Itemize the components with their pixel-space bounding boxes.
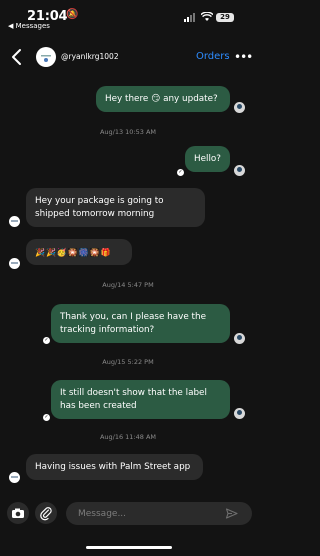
contact-username[interactable]: @ryanlkrg1002 <box>61 52 119 61</box>
message-outgoing[interactable]: It still doesn't show that the label has… <box>51 380 230 419</box>
battery-indicator: 29 <box>216 13 234 22</box>
orders-button[interactable]: Orders <box>196 51 230 62</box>
back-chevron-icon[interactable] <box>10 48 24 66</box>
more-options-icon[interactable]: ••• <box>234 50 253 64</box>
paperclip-icon <box>40 507 52 521</box>
timestamp: Aug/13 10:53 AM <box>99 128 157 136</box>
wifi-icon <box>201 12 213 21</box>
mute-bell-icon: 🔕 <box>66 9 79 20</box>
contact-avatar-small <box>9 258 20 269</box>
message-outgoing[interactable]: Hello? <box>185 146 230 172</box>
camera-button[interactable] <box>7 502 29 524</box>
palm-street-logo-icon <box>37 48 55 66</box>
timestamp: Aug/15 5:22 PM <box>102 358 154 366</box>
attach-button[interactable] <box>35 502 57 524</box>
camera-icon <box>12 508 24 518</box>
contact-avatar-small <box>9 216 20 227</box>
timestamp: Aug/16 11:48 AM <box>99 433 157 441</box>
message-incoming[interactable]: Having issues with Palm Street app <box>26 454 203 480</box>
message-outgoing[interactable]: Thank you, can I please have the trackin… <box>51 304 230 343</box>
my-avatar <box>234 165 245 176</box>
my-avatar <box>234 408 245 419</box>
status-bar: 21:04 🔕 ◀ Messages 29 <box>0 0 256 36</box>
message-incoming[interactable]: 🎉🎉🥳🎇🎆🎇🎁 <box>26 239 132 265</box>
home-indicator <box>86 546 172 549</box>
back-to-messages-link[interactable]: ◀ Messages <box>8 22 50 30</box>
contact-avatar-small <box>9 472 20 483</box>
timestamp: Aug/14 5:47 PM <box>102 281 154 289</box>
read-check-icon: ✓ <box>43 337 50 344</box>
read-check-icon: ✓ <box>43 414 50 421</box>
send-icon[interactable] <box>225 507 238 520</box>
my-avatar <box>234 102 245 113</box>
message-outgoing[interactable]: Hey there 😏 any update? <box>96 86 230 112</box>
cellular-signal-icon <box>184 13 195 22</box>
message-incoming[interactable]: Hey your package is going to shipped tom… <box>26 188 205 227</box>
read-check-icon: ✓ <box>177 169 184 176</box>
contact-avatar[interactable] <box>36 47 56 67</box>
my-avatar <box>234 333 245 344</box>
